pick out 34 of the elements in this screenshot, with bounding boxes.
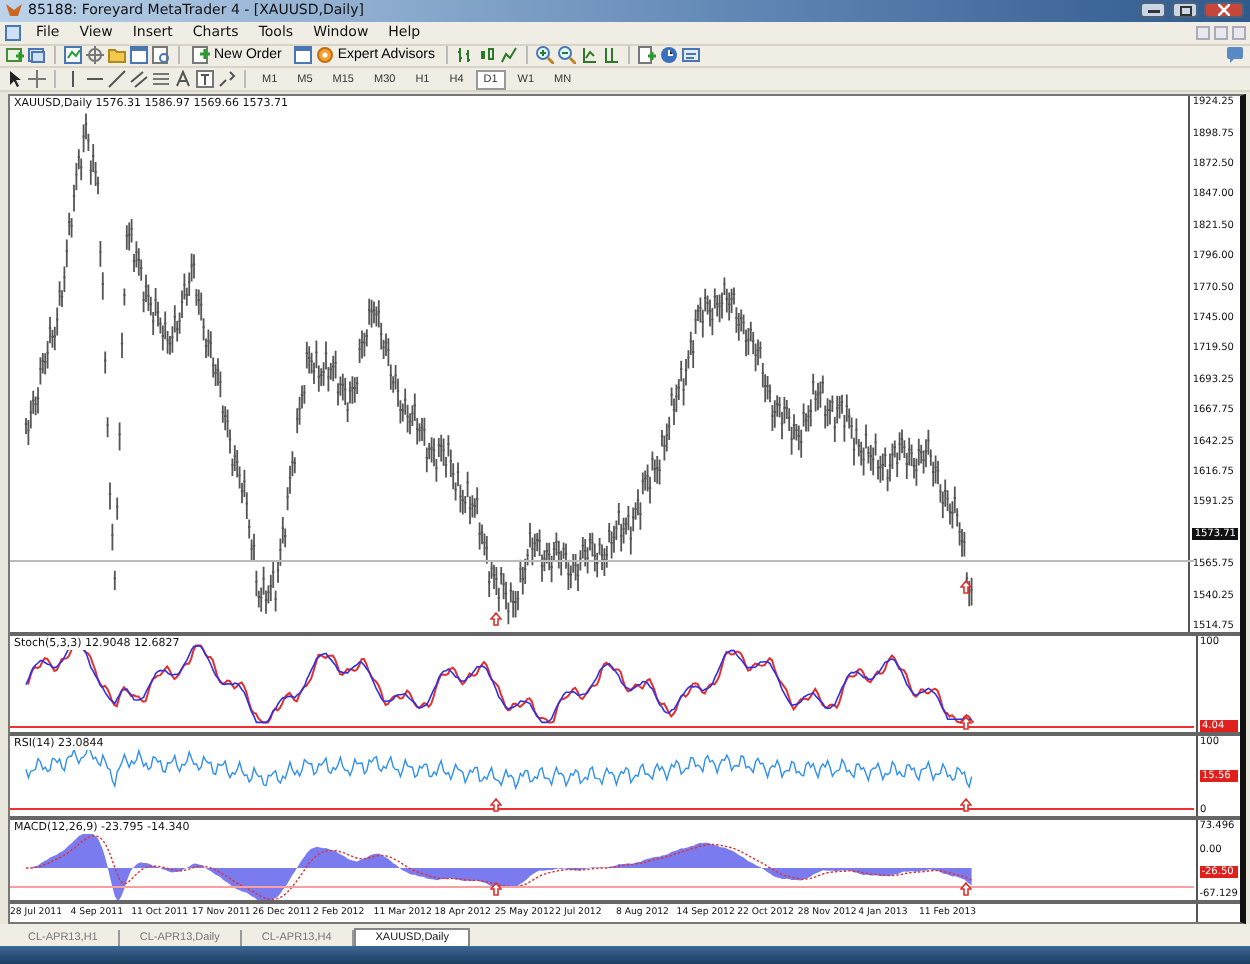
maximize-icon <box>1179 5 1191 16</box>
zoom-out-icon[interactable] <box>558 46 577 65</box>
channel-icon[interactable] <box>130 70 148 89</box>
new-chart-icon[interactable] <box>6 46 24 65</box>
trendline-icon[interactable] <box>108 70 126 89</box>
arrow-up-icon <box>960 580 972 595</box>
clock-icon[interactable] <box>660 46 679 65</box>
folder-icon[interactable] <box>108 46 126 65</box>
line-chart-icon[interactable] <box>500 46 519 65</box>
crosshair-icon[interactable] <box>28 70 46 89</box>
app-icon <box>6 2 22 19</box>
zoom-in-icon[interactable] <box>536 46 555 65</box>
arrow-up-icon <box>490 612 502 627</box>
arrow-up-icon <box>960 716 972 731</box>
bar-chart-icon[interactable] <box>456 46 475 65</box>
chat-icon[interactable] <box>1226 46 1244 65</box>
window-icon[interactable] <box>130 46 148 65</box>
arrow-up-icon <box>490 798 502 813</box>
cursor-icon[interactable] <box>6 70 24 89</box>
candle-chart-icon[interactable] <box>478 46 497 65</box>
document-icon[interactable] <box>4 23 22 42</box>
window-icon <box>293 46 312 65</box>
arrow-up-icon <box>960 798 972 813</box>
minimize-button[interactable] <box>1140 2 1166 19</box>
close-button[interactable] <box>1204 2 1244 19</box>
crosshair-icon[interactable] <box>86 46 104 65</box>
gear-icon <box>315 46 334 65</box>
text-icon[interactable] <box>174 70 192 89</box>
maximize-button[interactable] <box>1172 2 1198 19</box>
minimize-icon <box>1147 6 1159 15</box>
arrow-up-icon <box>960 882 972 897</box>
arrow-up-icon <box>490 882 502 897</box>
close-icon <box>1218 4 1230 17</box>
new-order-icon <box>192 46 210 65</box>
